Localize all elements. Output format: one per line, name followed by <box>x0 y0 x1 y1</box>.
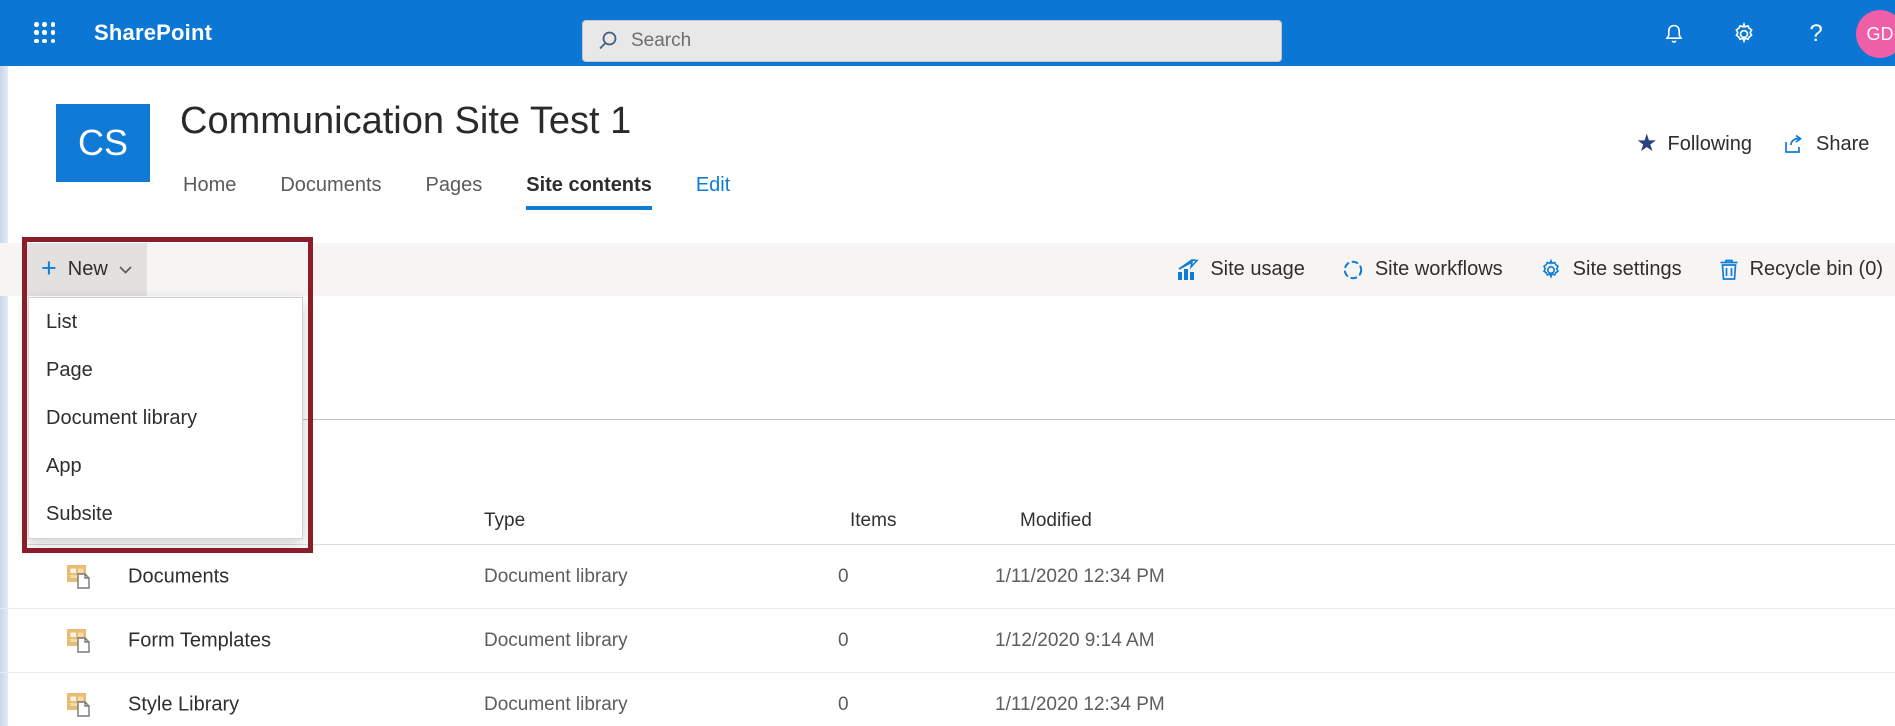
search-box[interactable] <box>582 20 1282 62</box>
document-library-icon <box>64 690 94 720</box>
site-header-actions: ★ Following Share <box>1636 132 1869 156</box>
command-bar: + New Site usage <box>0 243 1895 296</box>
row-name-link[interactable]: Documents <box>128 565 229 588</box>
search-input[interactable] <box>631 30 1281 52</box>
row-name-link[interactable]: Style Library <box>128 693 239 716</box>
notifications-bell-icon[interactable] <box>1658 18 1690 50</box>
avatar-initials: GD <box>1867 24 1894 45</box>
plus-icon: + <box>41 255 57 282</box>
bar-chart-icon <box>1176 259 1200 281</box>
sharepoint-brand[interactable]: SharePoint <box>94 20 212 46</box>
menu-item-list[interactable]: List <box>29 298 302 346</box>
row-type: Document library <box>484 566 628 588</box>
table-row-documents[interactable]: Documents Document library 0 1/11/2020 1… <box>0 545 1895 609</box>
site-usage-label: Site usage <box>1210 258 1305 281</box>
settings-gear-icon[interactable] <box>1728 18 1760 50</box>
share-label: Share <box>1816 133 1869 156</box>
row-modified: 1/12/2020 9:14 AM <box>995 630 1155 652</box>
app-launcher-waffle-icon[interactable] <box>34 22 56 44</box>
trash-icon <box>1718 258 1740 282</box>
star-icon: ★ <box>1636 132 1658 156</box>
nav-item-edit[interactable]: Edit <box>696 174 730 210</box>
account-avatar[interactable]: GD <box>1856 10 1895 58</box>
site-settings-label: Site settings <box>1573 258 1682 281</box>
menu-item-page[interactable]: Page <box>29 346 302 394</box>
site-workflows-label: Site workflows <box>1375 258 1503 281</box>
help-icon[interactable]: ? <box>1800 18 1832 50</box>
following-button[interactable]: ★ Following <box>1636 132 1752 156</box>
site-settings-button[interactable]: Site settings <box>1539 258 1682 282</box>
row-items: 0 <box>838 630 849 652</box>
row-type: Document library <box>484 694 628 716</box>
row-name-link[interactable]: Form Templates <box>128 629 271 652</box>
nav-item-home[interactable]: Home <box>183 174 236 210</box>
nav-item-documents[interactable]: Documents <box>280 174 381 210</box>
site-usage-button[interactable]: Site usage <box>1176 258 1305 281</box>
chevron-down-icon <box>119 266 132 274</box>
gear-icon-blue <box>1539 258 1563 282</box>
new-dropdown-menu: List Page Document library App Subsite <box>28 297 303 539</box>
row-modified: 1/11/2020 12:34 PM <box>995 566 1165 588</box>
command-bar-right-actions: Site usage Site workflows Site settin <box>1176 243 1883 296</box>
column-header-items[interactable]: Items <box>850 510 896 532</box>
table-row-form-templates[interactable]: Form Templates Document library 0 1/12/2… <box>0 609 1895 673</box>
site-title: Communication Site Test 1 <box>180 100 631 143</box>
share-icon <box>1782 133 1806 155</box>
pivot-separator-line <box>28 419 1895 420</box>
table-row-style-library[interactable]: Style Library Document library 0 1/11/20… <box>0 673 1895 726</box>
share-button[interactable]: Share <box>1782 133 1869 156</box>
sharepoint-site-contents-page: SharePoint ? GD <box>0 0 1895 726</box>
recycle-bin-button[interactable]: Recycle bin (0) <box>1718 258 1883 282</box>
site-nav: Home Documents Pages Site contents Edit <box>183 174 730 210</box>
following-label: Following <box>1668 133 1752 156</box>
nav-item-site-contents[interactable]: Site contents <box>526 174 652 210</box>
row-items: 0 <box>838 566 849 588</box>
row-modified: 1/11/2020 12:34 PM <box>995 694 1165 716</box>
table-body: Documents Document library 0 1/11/2020 1… <box>0 545 1895 726</box>
menu-item-subsite[interactable]: Subsite <box>29 490 302 538</box>
site-logo[interactable]: CS <box>56 104 150 182</box>
menu-item-document-library[interactable]: Document library <box>29 394 302 442</box>
row-items: 0 <box>838 694 849 716</box>
suite-bar: SharePoint ? GD <box>0 0 1895 66</box>
row-type: Document library <box>484 630 628 652</box>
column-header-modified[interactable]: Modified <box>1020 510 1092 532</box>
nav-item-pages[interactable]: Pages <box>426 174 483 210</box>
column-header-type[interactable]: Type <box>484 510 525 532</box>
new-button-label: New <box>68 258 108 281</box>
site-workflows-button[interactable]: Site workflows <box>1341 258 1503 282</box>
new-button[interactable]: + New <box>26 243 147 296</box>
recycle-bin-label: Recycle bin (0) <box>1750 258 1883 281</box>
site-logo-text: CS <box>78 122 128 164</box>
workflow-sync-icon <box>1341 258 1365 282</box>
search-icon <box>597 30 619 52</box>
document-library-icon <box>64 562 94 592</box>
menu-item-app[interactable]: App <box>29 442 302 490</box>
help-glyph: ? <box>1809 20 1822 48</box>
document-library-icon <box>64 626 94 656</box>
